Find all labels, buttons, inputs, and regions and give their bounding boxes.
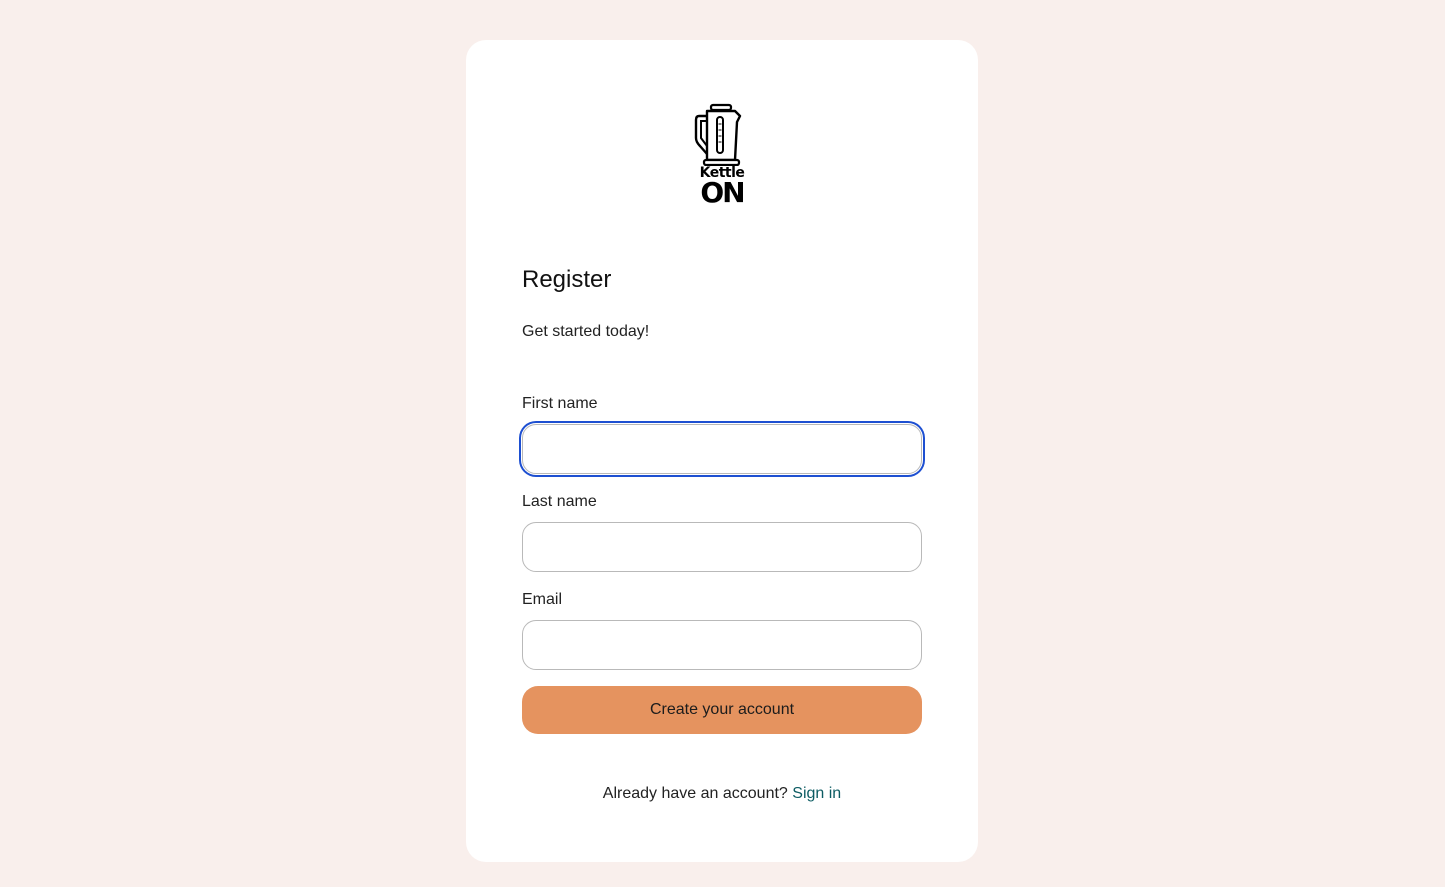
sign-in-link[interactable]: Sign in [792,785,841,802]
create-account-button[interactable]: Create your account [522,686,922,734]
sign-in-prompt-text: Already have an account? [602,785,788,802]
email-input[interactable] [522,620,922,670]
email-label: Email [522,591,563,608]
first-name-label: First name [522,395,598,412]
page-subtitle: Get started today! [522,323,650,340]
kettle-icon [694,103,742,166]
sign-in-prompt: Already have an account? Sign in [466,784,978,804]
page-title: Register [522,266,612,293]
register-card: Kettle ON Register Get started today! Fi… [466,40,978,862]
kettle-on-logo: Kettle ON [688,102,756,210]
last-name-label: Last name [522,493,597,510]
last-name-input[interactable] [522,522,922,572]
logo-wordmark-bottom: ON [700,176,745,209]
first-name-input[interactable] [522,424,922,474]
